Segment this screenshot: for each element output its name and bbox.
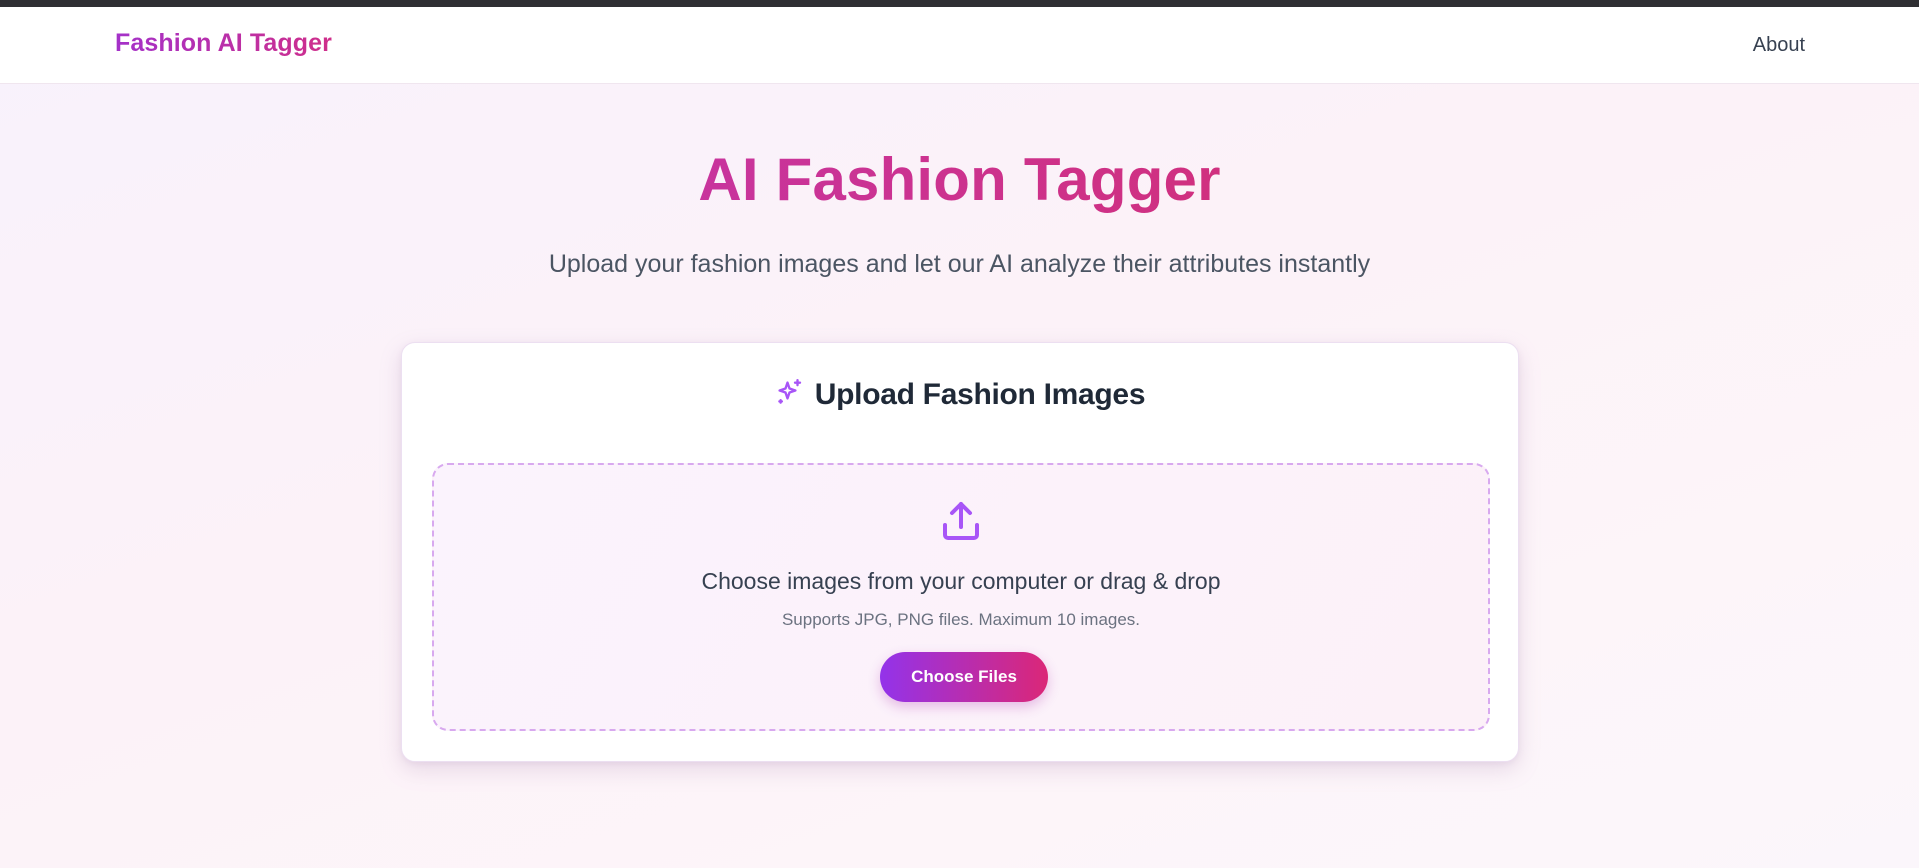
upload-card-header: Upload Fashion Images	[402, 377, 1518, 412]
brand-logo[interactable]: Fashion AI Tagger	[115, 29, 332, 58]
nav-link-about[interactable]: About	[1753, 34, 1805, 57]
upload-dropzone[interactable]: Choose images from your computer or drag…	[432, 463, 1490, 731]
upload-icon	[937, 497, 985, 545]
browser-top-strip	[0, 0, 1919, 7]
sparkles-icon	[775, 377, 805, 412]
choose-files-button[interactable]: Choose Files	[880, 652, 1048, 702]
navbar: Fashion AI Tagger About	[0, 7, 1919, 84]
upload-card: Upload Fashion Images Choose images from…	[401, 342, 1519, 762]
page-subtitle: Upload your fashion images and let our A…	[548, 250, 1371, 278]
page-title: AI Fashion Tagger	[0, 142, 1919, 218]
page-title-text: AI Fashion Tagger	[698, 146, 1221, 213]
upload-card-title: Upload Fashion Images	[814, 377, 1146, 411]
dropzone-hint: Supports JPG, PNG files. Maximum 10 imag…	[781, 610, 1141, 629]
dropzone-instruction: Choose images from your computer or drag…	[701, 568, 1221, 594]
